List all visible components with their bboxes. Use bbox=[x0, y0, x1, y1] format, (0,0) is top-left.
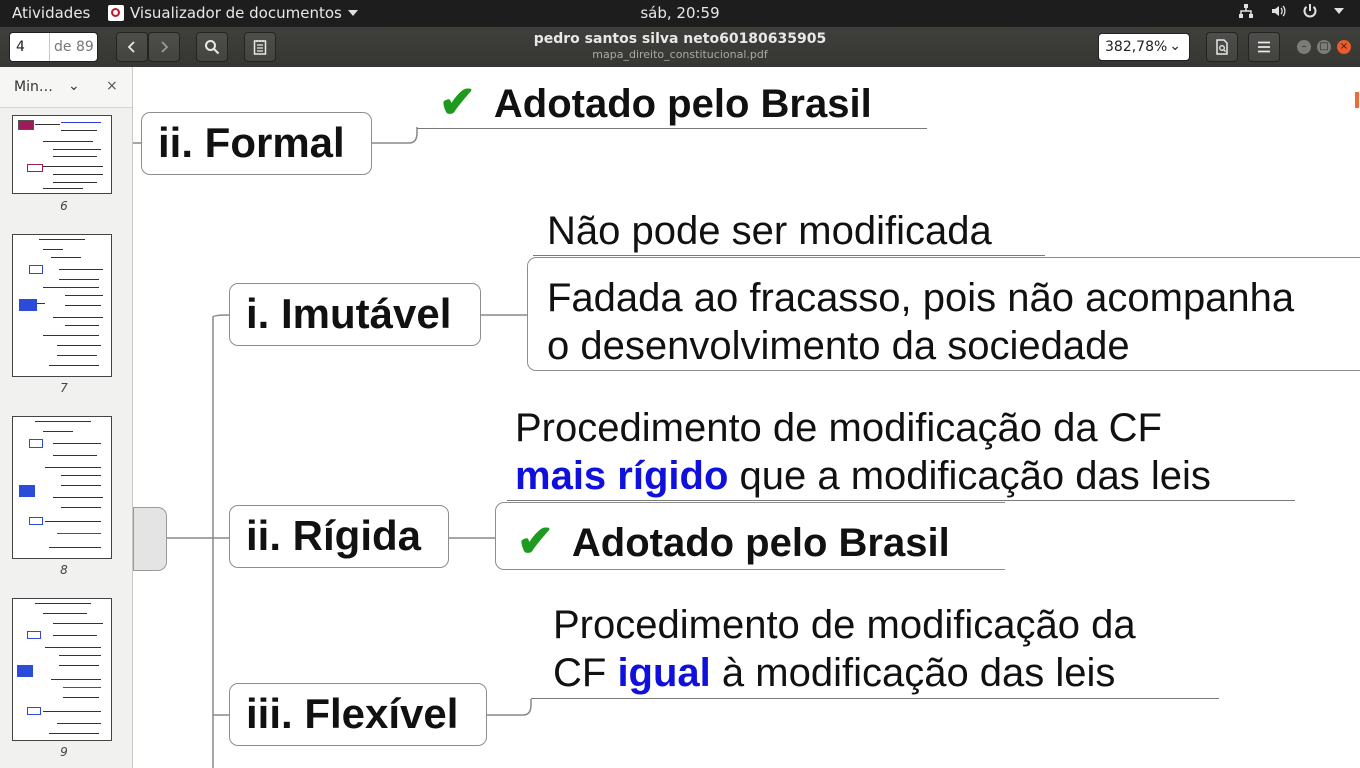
annotations-button[interactable] bbox=[244, 32, 276, 62]
mindmap-leaf-flexivel-line2: CF igual à modificação das leis bbox=[553, 649, 1115, 697]
leaf-underline bbox=[531, 698, 1219, 699]
page-thumbnail[interactable] bbox=[12, 234, 112, 377]
document-title: pedro santos silva neto60180635905 bbox=[533, 31, 827, 47]
leaf-text: CF bbox=[553, 651, 618, 695]
sidebar-mode-label[interactable]: Min… bbox=[14, 79, 53, 95]
mindmap-node-flexivel: iii. Flexível bbox=[229, 683, 487, 746]
document-view[interactable]: ii. Formal ✔ Adotado pelo Brasil i. Imutá… bbox=[133, 67, 1360, 768]
chevron-down-icon[interactable]: ⌄ bbox=[68, 78, 80, 94]
document-viewer-app-icon bbox=[108, 5, 124, 21]
check-mark-icon: ✔ bbox=[517, 517, 554, 566]
mindmap-leaf-imutavel-1: Não pode ser modificada bbox=[547, 209, 992, 253]
system-tray[interactable] bbox=[1238, 3, 1344, 19]
mindmap-node-imutavel: i. Imutável bbox=[229, 283, 481, 346]
mindmap-leaf-rigida-adopted: ✔ Adotado pelo Brasil bbox=[517, 518, 950, 567]
mindmap-leaf-rigida-1-line2: mais rígido que a modificação das leis bbox=[515, 452, 1211, 500]
page-thumbnail-label: 7 bbox=[60, 381, 68, 395]
close-sidebar-icon[interactable]: × bbox=[106, 78, 118, 94]
zoom-value: 382,78% bbox=[1105, 39, 1168, 55]
leaf-underline bbox=[507, 500, 1295, 501]
next-page-button[interactable] bbox=[148, 32, 180, 62]
zoom-selector[interactable]: 382,78% ⌄ bbox=[1098, 33, 1190, 61]
header-bar: de 89 pedro santos silva neto60180635905… bbox=[0, 27, 1360, 68]
document-search-icon bbox=[1216, 39, 1228, 55]
leaf-underline bbox=[417, 128, 927, 129]
leaf-text: que a modificação das leis bbox=[728, 454, 1211, 498]
sidebar: Min… ⌄ × 6 7 8 9 bbox=[0, 67, 133, 768]
mindmap-leaf-imutavel-2-line2: o desenvolvimento da sociedade bbox=[547, 324, 1130, 368]
app-menu[interactable]: Visualizador de documentos bbox=[108, 4, 358, 22]
mindmap-node-parent bbox=[133, 507, 167, 571]
page-selector: de 89 bbox=[9, 32, 98, 62]
highlight-text: mais rígido bbox=[515, 454, 729, 498]
page-thumbnail-label: 9 bbox=[60, 745, 68, 759]
mindmap-node-formal: ii. Formal bbox=[141, 112, 372, 175]
notes-icon bbox=[253, 40, 267, 55]
page-thumbnail[interactable] bbox=[12, 598, 112, 741]
app-name: Visualizador de documentos bbox=[130, 4, 342, 22]
power-icon bbox=[1303, 4, 1317, 18]
app-menu-arrow-icon bbox=[347, 10, 358, 16]
window-title: pedro santos silva neto60180635905 mapa_… bbox=[430, 31, 930, 61]
previous-page-button[interactable] bbox=[116, 32, 148, 62]
chevron-down-icon: ⌄ bbox=[1169, 38, 1181, 54]
network-icon bbox=[1239, 4, 1253, 18]
leaf-underline bbox=[533, 255, 1045, 256]
chevron-right-icon bbox=[161, 41, 169, 53]
chevron-left-icon bbox=[127, 41, 135, 53]
mindmap-leaf-flexivel-line1: Procedimento de modificação da bbox=[553, 603, 1136, 647]
top-bar: Atividades Visualizador de documentos sá… bbox=[0, 0, 1360, 27]
minimize-button[interactable]: – bbox=[1297, 40, 1311, 54]
maximize-button[interactable]: □ bbox=[1317, 40, 1331, 54]
document-filename: mapa_direito_constitucional.pdf bbox=[592, 48, 768, 61]
leaf-text: à modificação das leis bbox=[710, 651, 1116, 695]
highlight-text: igual bbox=[617, 651, 711, 695]
volume-icon bbox=[1272, 5, 1286, 17]
close-window-button[interactable]: × bbox=[1337, 40, 1351, 54]
mindmap-leaf-formal-adopted: ✔ Adotado pelo Brasil bbox=[439, 79, 872, 128]
activities-button[interactable]: Atividades bbox=[12, 4, 90, 22]
leaf-text: Adotado pelo Brasil bbox=[493, 82, 872, 126]
page-thumbnail-label: 6 bbox=[60, 199, 68, 213]
menu-button[interactable] bbox=[1248, 32, 1280, 62]
system-menu-arrow-icon bbox=[1334, 8, 1344, 14]
page-thumbnail[interactable] bbox=[12, 416, 112, 559]
scroll-indicator[interactable] bbox=[1355, 92, 1359, 108]
leaf-text: Adotado pelo Brasil bbox=[571, 521, 950, 565]
search-icon bbox=[205, 40, 220, 55]
hamburger-menu-icon bbox=[1258, 41, 1270, 53]
page-thumbnail-label: 8 bbox=[60, 563, 68, 577]
check-mark-icon: ✔ bbox=[439, 78, 476, 127]
search-button[interactable] bbox=[196, 32, 228, 62]
page-thumbnail[interactable] bbox=[12, 115, 112, 194]
document-properties-button[interactable] bbox=[1206, 32, 1238, 62]
page-total: de 89 bbox=[54, 39, 94, 55]
mindmap-node-rigida: ii. Rígida bbox=[229, 505, 449, 568]
page-number-input[interactable] bbox=[10, 33, 50, 61]
mindmap-leaf-imutavel-2-line1: Fadada ao fracasso, pois não acompanha bbox=[547, 276, 1295, 320]
sidebar-header: Min… ⌄ × bbox=[0, 67, 132, 108]
mindmap-leaf-rigida-1-line1: Procedimento de modificação da CF bbox=[515, 406, 1162, 450]
